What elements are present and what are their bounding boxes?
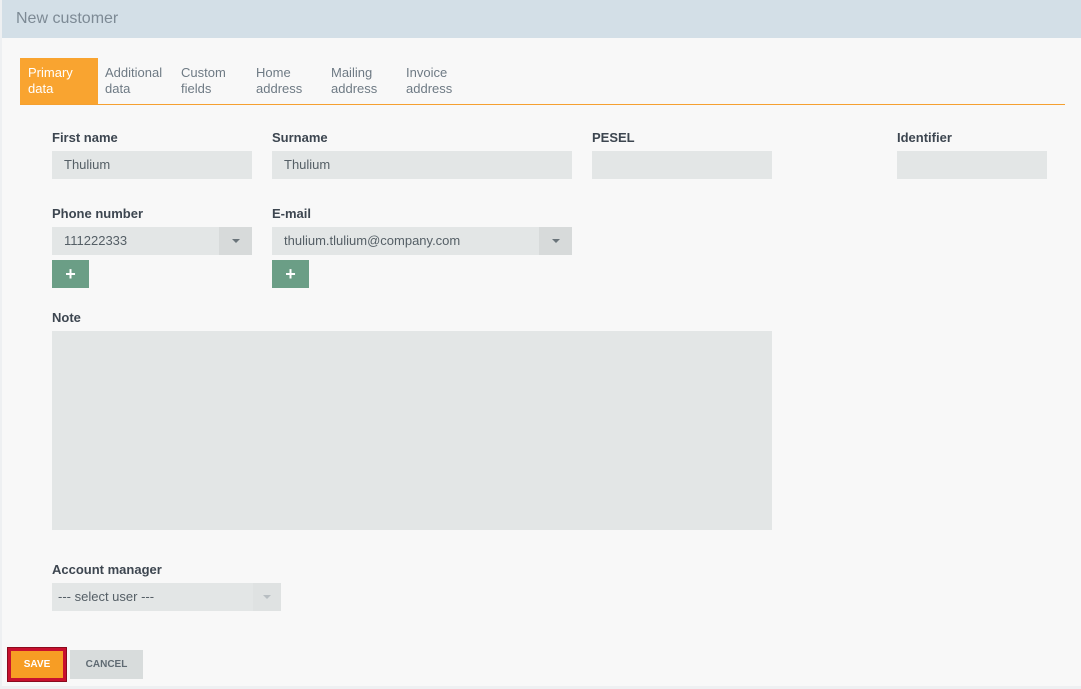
surname-label: Surname <box>272 130 328 145</box>
tab-home-address[interactable]: Home address <box>248 58 323 104</box>
tab-bar: Primary data Additional data Custom fiel… <box>20 58 1065 105</box>
add-phone-button[interactable]: + <box>52 260 89 288</box>
tab-label: Primary data <box>28 65 73 96</box>
first-name-label: First name <box>52 130 118 145</box>
phone-label: Phone number <box>52 206 144 221</box>
identifier-input[interactable] <box>897 151 1047 179</box>
phone-value: 111222333 <box>64 233 128 248</box>
tab-primary-data[interactable]: Primary data <box>20 58 98 104</box>
account-manager-dropdown-button[interactable] <box>253 583 281 611</box>
tab-invoice-address[interactable]: Invoice address <box>398 58 473 104</box>
page-title: New customer <box>16 10 119 27</box>
tab-label: Mailing address <box>331 65 378 96</box>
chevron-down-icon <box>232 239 240 243</box>
tab-mailing-address[interactable]: Mailing address <box>323 58 398 104</box>
panel-header: New customer <box>2 0 1081 38</box>
tab-label: Home address <box>256 65 303 96</box>
identifier-label: Identifier <box>897 130 952 145</box>
email-value: thulium.tlulium@company.com <box>284 233 461 248</box>
pesel-input[interactable] <box>592 151 772 179</box>
chevron-down-icon <box>552 239 560 243</box>
surname-input[interactable]: Thulium <box>272 151 572 179</box>
first-name-input[interactable]: Thulium <box>52 151 252 179</box>
note-label: Note <box>52 310 81 325</box>
new-customer-panel: New customer Primary data Additional dat… <box>2 0 1081 686</box>
save-button[interactable]: SAVE <box>7 647 67 682</box>
phone-dropdown-button[interactable] <box>219 227 252 255</box>
account-manager-placeholder: --- select user --- <box>58 589 155 604</box>
email-input[interactable]: thulium.tlulium@company.com <box>272 227 572 255</box>
email-label: E-mail <box>272 206 312 221</box>
note-textarea[interactable] <box>52 331 772 530</box>
tab-label: Invoice address <box>406 65 453 96</box>
chevron-down-icon <box>263 595 271 599</box>
pesel-label: PESEL <box>592 130 635 145</box>
tab-label: Custom fields <box>181 65 226 96</box>
phone-input[interactable]: 111222333 <box>52 227 252 255</box>
account-manager-select[interactable]: --- select user --- <box>52 583 281 611</box>
add-email-button[interactable]: + <box>272 260 309 288</box>
tab-label: Additional data <box>105 65 163 96</box>
cancel-button[interactable]: CANCEL <box>70 650 143 679</box>
email-dropdown-button[interactable] <box>539 227 572 255</box>
account-manager-label: Account manager <box>52 562 162 577</box>
tab-custom-fields[interactable]: Custom fields <box>173 58 248 104</box>
tab-additional-data[interactable]: Additional data <box>97 58 173 104</box>
